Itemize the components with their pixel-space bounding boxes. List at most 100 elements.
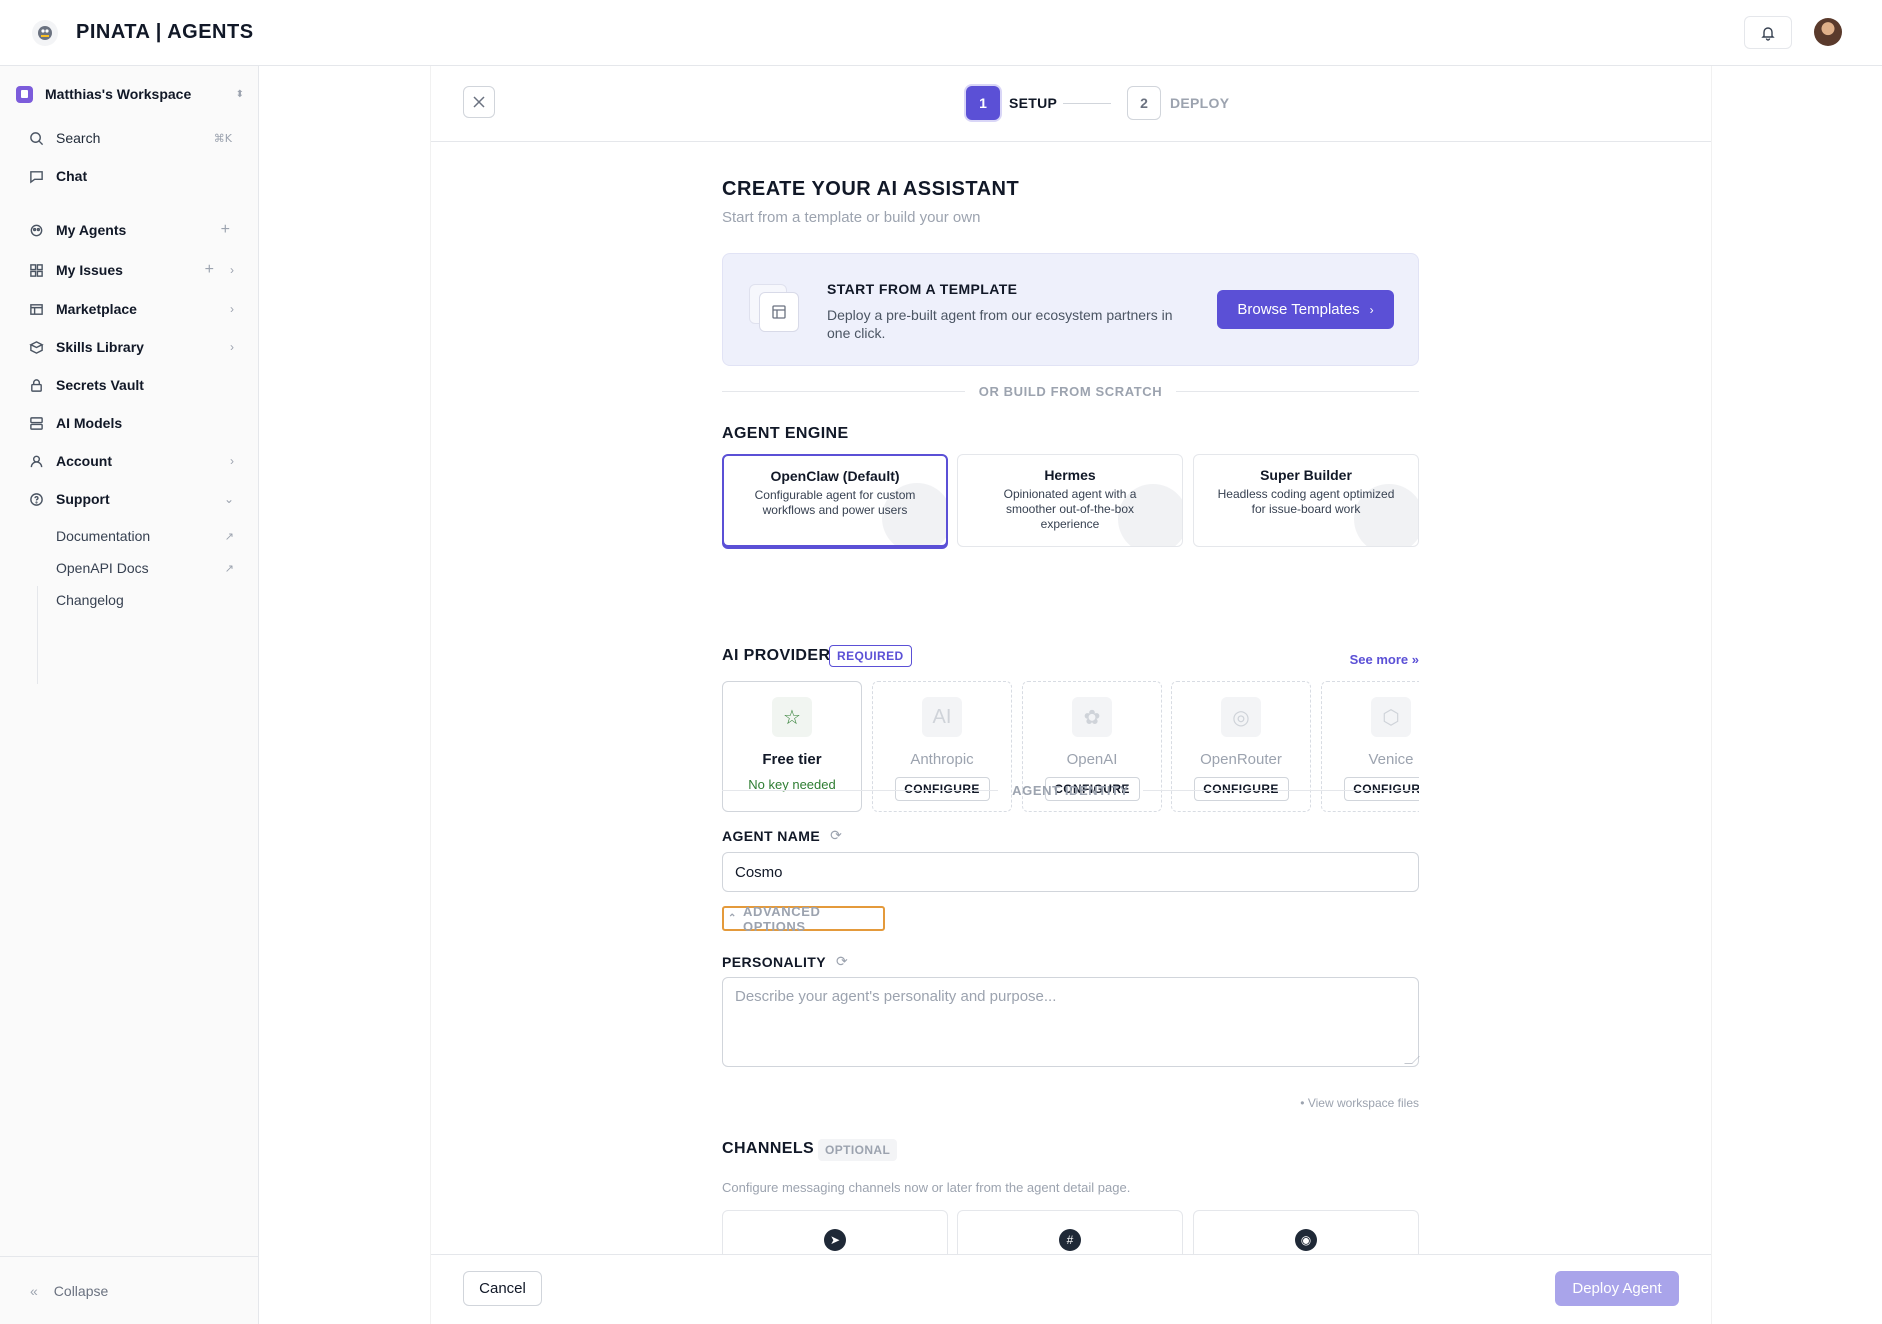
scratch-divider-label: OR BUILD FROM SCRATCH: [978, 383, 1163, 399]
engine-card-title: Hermes: [1044, 467, 1096, 483]
support-item-documentation[interactable]: Documentation ↗: [56, 522, 244, 550]
template-title: START FROM A TEMPLATE: [827, 281, 1018, 297]
advanced-options-label: ADVANCED OPTIONS: [742, 903, 821, 934]
sidebar-item-skills-library[interactable]: Skills Library ›: [18, 330, 244, 364]
openrouter-icon: ◎: [1221, 697, 1261, 737]
sidebar-item-label: My Issues: [56, 262, 123, 278]
step-label: SETUP: [1009, 95, 1058, 111]
support-item-openapi-docs[interactable]: OpenAPI Docs ↗: [56, 554, 244, 582]
personality-textarea[interactable]: [722, 977, 1419, 1067]
provider-name: OpenRouter: [1200, 751, 1282, 768]
browse-templates-label: Browse Templates: [1237, 301, 1360, 318]
sidebar-item-chat[interactable]: Chat: [18, 159, 244, 193]
collapse-sidebar-button[interactable]: « Collapse: [0, 1256, 259, 1324]
sidebar-item-my-issues[interactable]: My Issues + ›: [18, 253, 244, 287]
sidebar-item-label: Skills Library: [56, 339, 144, 355]
app-title: PINATA | AGENTS: [76, 21, 254, 43]
external-link-icon: ↗: [224, 562, 234, 575]
provider-name: OpenAI: [1066, 751, 1118, 768]
sidebar-item-label: Secrets Vault: [56, 377, 144, 393]
main-border-right: [1711, 66, 1712, 1324]
step-setup[interactable]: 1 SETUP: [966, 86, 1057, 120]
lock-icon: [27, 376, 45, 394]
sidebar-item-ai-models[interactable]: AI Models: [18, 406, 244, 440]
close-icon: [473, 96, 485, 108]
optional-badge: OPTIONAL: [818, 1139, 898, 1161]
refresh-icon[interactable]: ⟳: [836, 953, 848, 970]
chat-icon: [27, 167, 45, 185]
help-icon: [27, 490, 45, 508]
add-agent-icon[interactable]: +: [221, 221, 230, 239]
agent-name-label-row: AGENT NAME ⟳: [722, 827, 842, 844]
chevrons-left-icon: «: [30, 1282, 38, 1299]
engine-card-description: Opinionated agent with a smoother out-of…: [1003, 487, 1137, 531]
engine-card-super-builder[interactable]: Super Builder Headless coding agent opti…: [1193, 454, 1419, 547]
page-subtitle: Start from a template or build your own: [722, 209, 981, 226]
search-icon: [27, 129, 45, 147]
close-button[interactable]: [463, 86, 495, 118]
sidebar-item-label: Chat: [56, 168, 88, 184]
scratch-divider: OR BUILD FROM SCRATCH: [722, 383, 1420, 399]
venice-icon: ⬡: [1371, 697, 1411, 737]
see-more-link[interactable]: See more »: [1350, 652, 1419, 667]
step-number: 2: [1127, 86, 1161, 120]
deploy-agent-button[interactable]: Deploy Agent: [1555, 1271, 1679, 1306]
footer-bar: Cancel Deploy Agent: [431, 1254, 1711, 1324]
anthropic-icon: AI: [922, 697, 962, 737]
engine-card-hermes[interactable]: Hermes Opinionated agent with a smoother…: [957, 454, 1183, 547]
engine-card-title: OpenClaw (Default): [770, 468, 900, 484]
sidebar-item-marketplace[interactable]: Marketplace ›: [18, 292, 244, 326]
chevron-up-icon: ⌃: [728, 913, 737, 924]
support-item-label: Documentation: [56, 528, 151, 544]
add-issue-icon[interactable]: +: [205, 261, 214, 279]
telegram-icon: ➤: [824, 1229, 846, 1251]
collapse-label: Collapse: [53, 1282, 109, 1299]
sidebar-item-support[interactable]: Support ⌄: [18, 482, 244, 516]
provider-name: Venice: [1368, 751, 1414, 768]
bell-icon: [1761, 26, 1775, 41]
provider-name: Anthropic: [910, 751, 974, 768]
chevron-right-icon: ›: [230, 263, 234, 277]
engine-card-openclaw[interactable]: OpenClaw (Default) Configurable agent fo…: [722, 454, 948, 547]
sidebar-item-secrets-vault[interactable]: Secrets Vault: [18, 368, 244, 402]
step-connector: [1063, 103, 1111, 104]
refresh-icon[interactable]: ⟳: [830, 827, 842, 844]
sidebar-item-label: Account: [56, 453, 112, 469]
sidebar-item-label: My Agents: [56, 222, 127, 238]
notifications-button[interactable]: [1744, 16, 1792, 49]
chevron-right-icon: ›: [230, 302, 234, 316]
step-label: DEPLOY: [1170, 95, 1230, 111]
user-icon: [27, 452, 45, 470]
step-deploy[interactable]: 2 DEPLOY: [1127, 86, 1229, 120]
agent-name-input[interactable]: [722, 852, 1419, 892]
sidebar-item-account[interactable]: Account ›: [18, 444, 244, 478]
workspace-switcher[interactable]: Matthias's Workspace ⬍: [16, 78, 244, 110]
cancel-button[interactable]: Cancel: [463, 1271, 542, 1306]
advanced-options-toggle[interactable]: ⌃ ADVANCED OPTIONS: [722, 903, 885, 934]
sidebar-item-search[interactable]: Search ⌘K: [18, 121, 244, 155]
view-workspace-files-link[interactable]: • View workspace files: [1300, 1096, 1419, 1110]
avatar[interactable]: [1814, 18, 1842, 46]
sidebar-item-label: Support: [56, 491, 110, 507]
sidebar-item-label: AI Models: [56, 415, 123, 431]
models-icon: [27, 414, 45, 432]
star-icon: ☆: [772, 697, 812, 737]
workspace-name: Matthias's Workspace: [45, 86, 192, 102]
logo[interactable]: PINATA | AGENTS: [32, 19, 254, 46]
template-description: Deploy a pre-built agent from our ecosys…: [827, 307, 1173, 341]
agent-engine-title: AGENT ENGINE: [722, 425, 849, 442]
agent-name-label: AGENT NAME: [722, 827, 821, 844]
workspace-icon: [16, 85, 33, 103]
support-item-changelog[interactable]: Changelog: [56, 586, 244, 614]
chevron-right-icon: ›: [1369, 302, 1374, 317]
pinata-logo-icon: [32, 19, 58, 46]
slack-icon: #: [1059, 1229, 1081, 1251]
agents-icon: [27, 221, 45, 239]
browse-templates-button[interactable]: Browse Templates ›: [1217, 290, 1394, 329]
skills-icon: [27, 338, 45, 356]
sidebar-item-my-agents[interactable]: My Agents +: [18, 213, 244, 247]
chevron-updown-icon: ⬍: [235, 88, 244, 100]
identity-divider: AGENT IDENTITY: [722, 782, 1419, 798]
page-title: CREATE YOUR AI ASSISTANT: [722, 178, 1020, 200]
personality-label: PERSONALITY: [722, 953, 826, 970]
